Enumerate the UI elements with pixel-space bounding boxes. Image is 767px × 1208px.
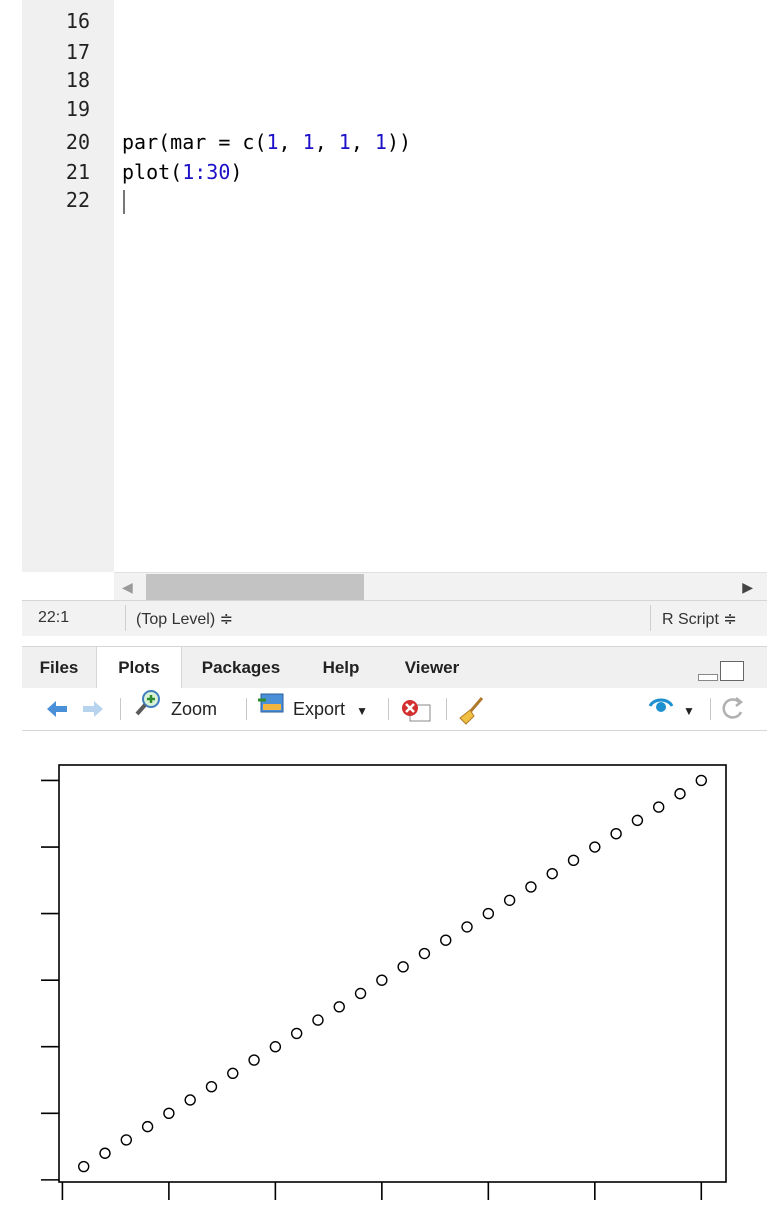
data-point <box>440 934 452 946</box>
data-point <box>567 854 580 867</box>
data-point <box>184 1094 196 1106</box>
data-point <box>99 1147 111 1159</box>
clear-all-broom-icon[interactable] <box>456 688 486 730</box>
data-point <box>418 947 431 960</box>
divider <box>650 605 651 631</box>
data-point <box>461 921 473 933</box>
zoom-icon <box>134 689 162 732</box>
data-point <box>546 867 558 880</box>
export-button[interactable]: Export ▼ <box>258 688 368 730</box>
minimize-pane-icon[interactable] <box>698 674 718 681</box>
line-number: 17 <box>65 40 90 64</box>
data-point <box>674 788 686 800</box>
data-point <box>248 1054 260 1066</box>
scroll-right-arrow-icon[interactable]: ▶ <box>742 579 753 596</box>
tab-files[interactable]: Files <box>22 647 96 689</box>
plot-frame <box>58 764 727 1183</box>
toolbar-divider <box>246 698 247 720</box>
data-point <box>653 801 665 813</box>
tab-packages[interactable]: Packages <box>182 647 300 689</box>
toolbar-divider <box>446 698 447 720</box>
scope-selector[interactable]: (Top Level) ≑ <box>136 609 233 629</box>
pane-gap <box>22 636 767 646</box>
data-point <box>631 814 644 827</box>
data-point <box>120 1134 132 1146</box>
data-point <box>333 1001 345 1013</box>
data-point <box>589 841 601 853</box>
line-number: 18 <box>65 68 90 92</box>
data-point <box>269 1041 282 1053</box>
line-number: 19 <box>65 97 90 121</box>
code-line-20: par(mar = c(1, 1, 1, 1)) <box>122 130 412 154</box>
zoom-button[interactable]: Zoom <box>134 688 217 730</box>
pane-tabs: Files Plots Packages Help Viewer <box>22 646 767 689</box>
toolbar-divider <box>120 698 121 720</box>
data-point <box>205 1080 218 1093</box>
line-number-gutter: 16 17 18 19 20 21 22 <box>22 0 114 572</box>
data-point <box>227 1067 239 1080</box>
chevron-down-icon: ▼ <box>683 704 695 718</box>
line-number: 16 <box>65 9 90 33</box>
export-icon <box>258 689 286 731</box>
publish-icon <box>646 689 676 731</box>
divider <box>125 605 126 631</box>
data-point <box>525 881 537 893</box>
tab-viewer[interactable]: Viewer <box>384 647 480 689</box>
toolbar-divider <box>710 698 711 720</box>
data-point <box>397 961 409 973</box>
code-line-21: plot(1:30) <box>122 160 243 184</box>
data-point <box>312 1014 324 1026</box>
refresh-icon[interactable] <box>720 688 746 730</box>
plot-viewer <box>22 731 767 1203</box>
code-area[interactable]: par(mar = c(1, 1, 1, 1)) plot(1:30) <box>114 0 767 572</box>
data-point <box>141 1120 154 1133</box>
tab-help[interactable]: Help <box>302 647 380 689</box>
plots-toolbar: Zoom Export ▼ ▼ <box>22 688 767 731</box>
line-number: 20 <box>65 130 90 154</box>
data-point <box>163 1107 175 1119</box>
data-point <box>482 907 495 920</box>
zoom-label: Zoom <box>171 699 218 719</box>
scroll-left-arrow-icon[interactable]: ◀ <box>122 579 133 596</box>
scatter-plot <box>41 764 727 1200</box>
data-point <box>78 1160 90 1173</box>
data-point <box>354 987 367 1000</box>
data-point <box>610 828 622 840</box>
line-number: 22 <box>65 188 90 212</box>
editor-status-bar: 22:1 (Top Level) ≑ R Script ≑ <box>22 600 767 637</box>
horizontal-scrollbar[interactable]: ◀ ▶ <box>114 572 767 601</box>
data-point <box>376 974 388 986</box>
data-point <box>290 1027 303 1040</box>
maximize-pane-icon[interactable] <box>720 661 744 681</box>
cursor-position: 22:1 <box>38 609 70 626</box>
publish-button[interactable]: ▼ <box>646 688 695 730</box>
chevron-down-icon: ▼ <box>356 704 368 718</box>
line-number: 21 <box>65 160 90 184</box>
forward-arrow-icon[interactable] <box>80 688 106 730</box>
export-label: Export <box>293 699 346 719</box>
remove-plot-icon[interactable] <box>400 688 432 730</box>
tab-plots[interactable]: Plots <box>96 647 182 689</box>
data-point <box>503 894 516 906</box>
data-point <box>695 774 707 787</box>
scrollbar-thumb[interactable] <box>146 574 364 600</box>
back-arrow-icon[interactable] <box>44 688 70 730</box>
toolbar-divider <box>388 698 389 720</box>
source-editor[interactable]: 16 17 18 19 20 21 22 par(mar = c(1, 1, 1… <box>0 0 767 601</box>
text-cursor <box>123 190 125 214</box>
file-type-selector[interactable]: R Script ≑ <box>662 609 737 629</box>
